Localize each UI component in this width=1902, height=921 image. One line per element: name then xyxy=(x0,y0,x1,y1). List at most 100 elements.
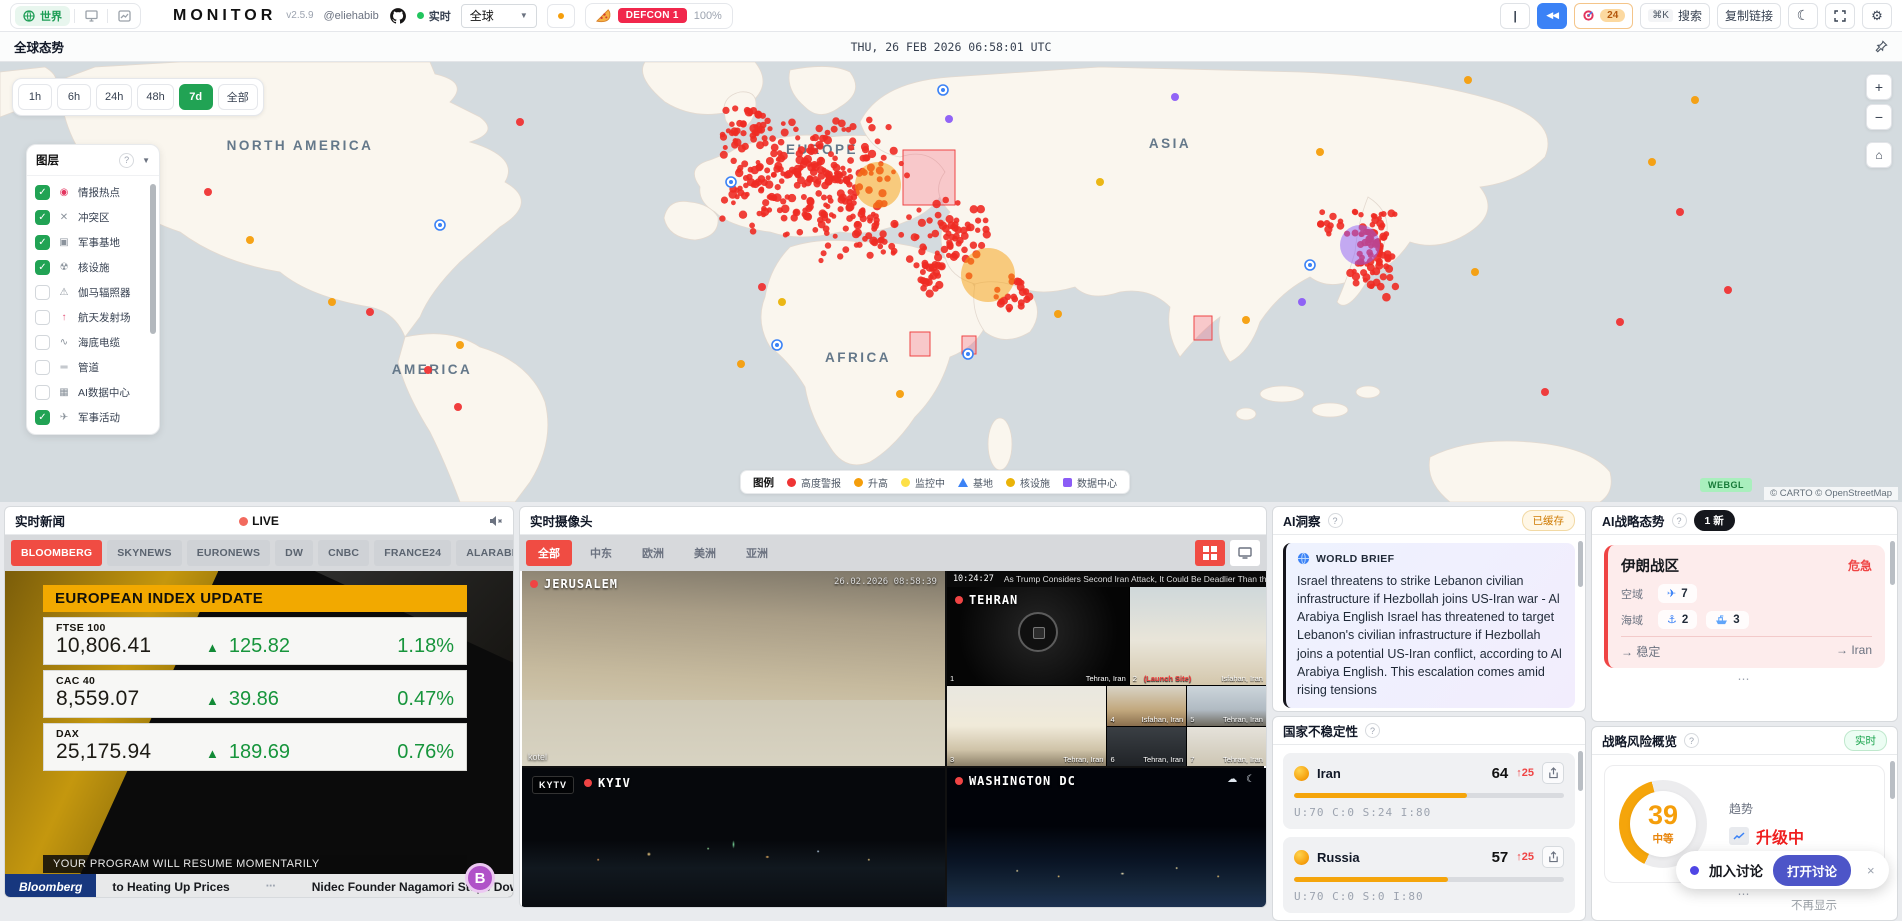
cameras-title: 实时摄像头 xyxy=(530,515,593,529)
github-icon[interactable] xyxy=(389,7,407,25)
layers-header[interactable]: 图层 ? ▼ xyxy=(27,145,159,176)
layers-scrollbar[interactable] xyxy=(150,184,156,334)
scrollbar[interactable] xyxy=(1578,751,1583,791)
channel-tab-euronews[interactable]: EURONEWS xyxy=(186,540,271,566)
camera-jerusalem[interactable]: JERUSALEM 26.02.2026 08:58:39 kotel xyxy=(522,571,945,766)
channel-tab-bloomberg[interactable]: BLOOMBERG xyxy=(11,540,103,566)
world-map[interactable]: NORTH AMERICA AMERICA EUROPE ASIA AFRICA 1h … xyxy=(0,62,1902,502)
layer-item-submarine-cables[interactable]: ∿ 海底电缆 xyxy=(35,330,157,355)
checkbox[interactable]: ✓ xyxy=(35,410,50,425)
subcam-5[interactable]: 5 Tehran, Iran xyxy=(1187,686,1266,726)
subcam-7[interactable]: 7 Tehran, Iran xyxy=(1187,726,1266,766)
time-filter-1h[interactable]: 1h xyxy=(18,84,52,110)
map-attribution[interactable]: © CARTO © OpenStreetMap xyxy=(1764,487,1898,500)
screens-view-button[interactable] xyxy=(79,6,103,26)
time-filter-48h[interactable]: 48h xyxy=(137,84,174,110)
home-button[interactable]: ⌂ xyxy=(1866,142,1892,168)
scrollbar[interactable] xyxy=(1578,541,1583,587)
region-select[interactable]: 全球 ▼ xyxy=(460,3,537,28)
camera-washington[interactable]: WASHINGTON DC ☁ ☾ xyxy=(946,768,1266,907)
zoom-out-button[interactable]: − xyxy=(1866,104,1892,130)
layer-item-military-activity[interactable]: ✓ ✈ 军事活动 xyxy=(35,405,157,430)
checkbox[interactable]: ✓ xyxy=(35,185,50,200)
checkbox[interactable] xyxy=(35,385,50,400)
iran-theater-card[interactable]: 伊朗战区 危急 空域 ✈ 7 海域 ⚓ 2 3 → 稳定 → Iran xyxy=(1604,545,1885,668)
markets-view-button[interactable] xyxy=(112,6,136,26)
fullscreen-button[interactable] xyxy=(1825,2,1855,29)
subcam-6[interactable]: 6 Tehran, Iran xyxy=(1107,726,1187,766)
camera-filter-asia[interactable]: 亚洲 xyxy=(734,540,780,566)
camera-tehran-multiview[interactable]: 10:24:27 As Trump Considers Second Iran … xyxy=(946,571,1266,766)
help-icon[interactable]: ? xyxy=(1327,513,1343,528)
help-icon[interactable]: ? xyxy=(1684,733,1700,748)
status-dot-button[interactable] xyxy=(546,3,575,28)
world-brief-card[interactable]: WORLD BRIEF Israel threatens to strike L… xyxy=(1283,543,1575,708)
camera-filter-americas[interactable]: 美洲 xyxy=(682,540,728,566)
open-discussion-button[interactable]: 打开讨论 xyxy=(1773,854,1852,886)
layer-item-nuclear[interactable]: ✓ ☢ 核设施 xyxy=(35,255,157,280)
time-filter-7d[interactable]: 7d xyxy=(178,84,213,110)
camera-filter-mideast[interactable]: 中东 xyxy=(578,540,624,566)
subcam-3[interactable]: 3 Tehran, Iran xyxy=(946,686,1107,766)
grid-view-button[interactable] xyxy=(1195,540,1225,566)
help-icon[interactable]: ? xyxy=(119,152,135,168)
layer-item-military-bases[interactable]: ✓ ▣ 军事基地 xyxy=(35,230,157,255)
time-filter-24h[interactable]: 24h xyxy=(96,84,133,110)
checkbox[interactable]: ✓ xyxy=(35,210,50,225)
map-canvas[interactable]: NORTH AMERICAAMERICAEUROPE ASIAAFRICA xyxy=(0,62,1902,502)
checkbox[interactable] xyxy=(35,335,50,350)
country-card-iran[interactable]: Iran 64 ↑25 U:70 C:0 S:24 I:80 xyxy=(1283,753,1575,829)
time-filter-6h[interactable]: 6h xyxy=(57,84,91,110)
copy-link-button[interactable]: 复制链接 xyxy=(1716,2,1781,29)
layer-item-hotspots[interactable]: ✓ ◉ 情报热点 xyxy=(35,180,157,205)
search-button[interactable]: ⌘K 搜索 xyxy=(1640,2,1710,29)
help-icon[interactable]: ? xyxy=(1671,513,1687,528)
checkbox[interactable] xyxy=(35,360,50,375)
chevron-down-icon[interactable]: ▼ xyxy=(142,156,150,165)
mute-button[interactable] xyxy=(489,515,503,527)
subcam-2[interactable]: 2 (Launch Site) Isfahan, Iran xyxy=(1129,587,1266,686)
pin-button[interactable] xyxy=(1875,40,1888,53)
layer-item-spaceports[interactable]: ↑ 航天发射场 xyxy=(35,305,157,330)
layer-item-pipelines[interactable]: ═ 管道 xyxy=(35,355,157,380)
channel-tab-dw[interactable]: DW xyxy=(275,540,314,566)
sidebar-toggle-button[interactable]: | xyxy=(1500,2,1531,29)
scrollbar[interactable] xyxy=(1890,761,1895,799)
time-filter-all[interactable]: 全部 xyxy=(217,84,258,110)
tab-world[interactable]: 世界 xyxy=(15,5,70,26)
defcon-widget[interactable]: DEFCON 1 100% xyxy=(584,2,733,29)
checkbox[interactable] xyxy=(35,285,50,300)
share-button[interactable] xyxy=(1542,762,1564,784)
replay-button[interactable]: ◀◀ xyxy=(1537,2,1568,29)
checkbox[interactable]: ✓ xyxy=(35,260,50,275)
scrollbar[interactable] xyxy=(1890,541,1895,585)
close-icon[interactable]: × xyxy=(1861,863,1881,878)
channel-tab-skynews[interactable]: SKYNEWS xyxy=(107,540,182,566)
dark-mode-button[interactable]: ☾ xyxy=(1788,2,1818,29)
theater-link[interactable]: → Iran xyxy=(1836,643,1872,660)
news-video-player[interactable]: EUROPEAN INDEX UPDATE FTSE 100 10,806.41… xyxy=(5,571,513,897)
help-icon[interactable]: ? xyxy=(1365,723,1381,738)
dismiss-link[interactable]: 不再显示 xyxy=(1791,897,1837,913)
layer-item-conflict-zones[interactable]: ✓ ✕ 冲突区 xyxy=(35,205,157,230)
share-button[interactable] xyxy=(1542,846,1564,868)
country-card-russia[interactable]: Russia 57 ↑25 U:70 C:0 S:0 I:80 xyxy=(1283,837,1575,913)
subcam-4[interactable]: 4 Isfahan, Iran xyxy=(1107,686,1187,726)
channel-tab-alarabiya[interactable]: ALARABIYA xyxy=(456,540,513,566)
author-handle[interactable]: @eliehabib xyxy=(324,10,379,22)
settings-button[interactable]: ⚙ xyxy=(1862,2,1892,29)
layer-item-ai-datacenters[interactable]: ▦ AI数据中心 xyxy=(35,380,157,405)
channel-tab-france24[interactable]: FRANCE24 xyxy=(374,540,452,566)
channel-tab-cnbc[interactable]: CNBC xyxy=(318,540,370,566)
zoom-in-button[interactable]: + xyxy=(1866,74,1892,100)
targets-button[interactable]: 24 xyxy=(1574,2,1634,29)
more-indicator[interactable]: ⋯ xyxy=(1592,887,1897,901)
single-view-button[interactable] xyxy=(1230,540,1260,566)
checkbox[interactable]: ✓ xyxy=(35,235,50,250)
camera-kyiv[interactable]: KYTV KYIV xyxy=(522,768,945,907)
more-indicator[interactable]: ⋯ xyxy=(1592,672,1897,686)
camera-filter-europe[interactable]: 欧洲 xyxy=(630,540,676,566)
camera-filter-all[interactable]: 全部 xyxy=(526,540,572,566)
checkbox[interactable] xyxy=(35,310,50,325)
layer-item-gamma[interactable]: ⚠ 伽马辐照器 xyxy=(35,280,157,305)
